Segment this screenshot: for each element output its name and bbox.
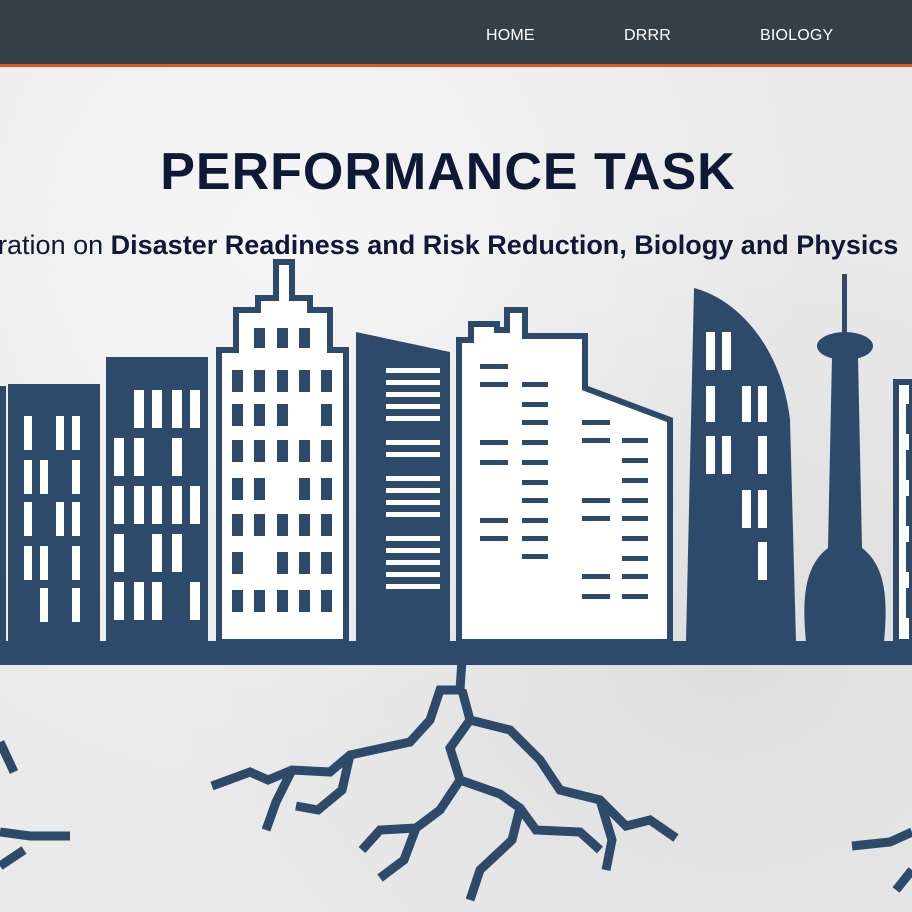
nav-drrr-link[interactable]: DRRR (624, 27, 671, 45)
page-subtitle: Integration on Disaster Readiness and Ri… (0, 227, 912, 267)
building-dark-striped (356, 332, 450, 642)
subtitle-bold: Disaster Readiness and Risk Reduction, B… (110, 230, 899, 260)
building-white-tower (216, 259, 349, 645)
nav-biology-link[interactable]: BIOLOGY (760, 27, 833, 45)
building-dark-1 (8, 384, 100, 642)
page-title: PERFORMANCE TASK (160, 143, 736, 201)
subtitle-line: Integration on Disaster Readiness and Ri… (0, 227, 898, 263)
tv-tower (804, 274, 886, 642)
nav-home-link[interactable]: HOME (486, 27, 535, 45)
subtitle-lead: Integration on (0, 230, 104, 260)
top-navbar: HOME DRRR BIOLOGY (0, 0, 912, 67)
building-white-edge (893, 379, 912, 645)
ground-cracks (0, 659, 912, 902)
hero-banner: PERFORMANCE TASK Integration on Disaster… (0, 67, 912, 912)
building-dark-curved (686, 288, 796, 642)
building-white-stepped (456, 307, 673, 645)
